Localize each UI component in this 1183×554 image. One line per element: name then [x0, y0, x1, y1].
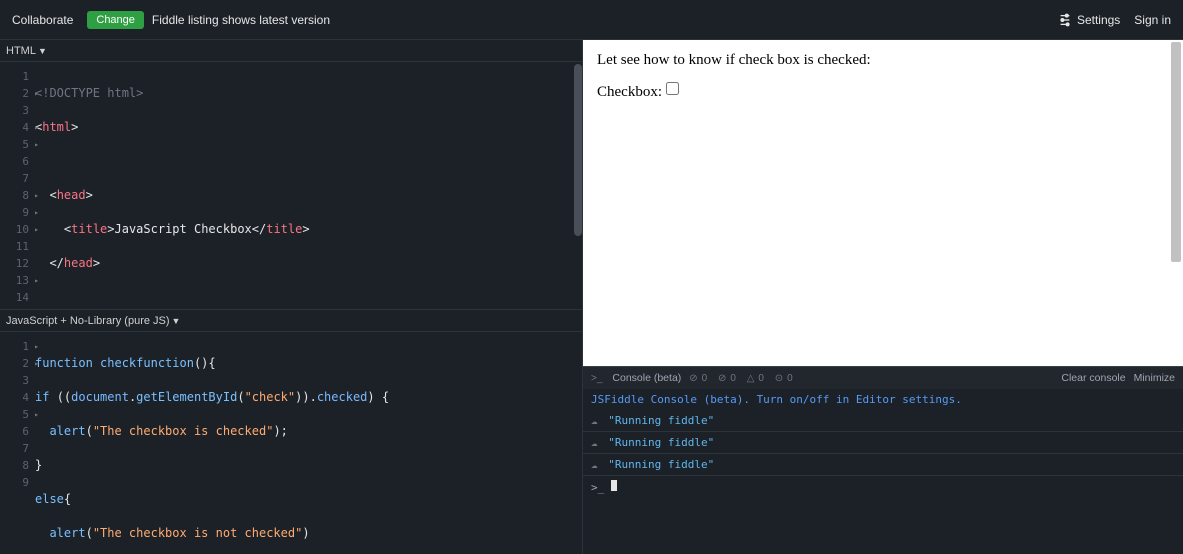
- html-pane-header[interactable]: HTML▼: [0, 40, 582, 62]
- js-pane-label: JavaScript + No-Library (pure JS): [6, 315, 170, 327]
- chevron-down-icon: ▼: [38, 46, 47, 56]
- js-gutter: 1 2 3 4 5 6 7 8 9: [0, 332, 35, 554]
- js-editor[interactable]: 1 2 3 4 5 6 7 8 9 function checkfunction…: [0, 332, 582, 554]
- preview-pane: Let see how to know if check box is chec…: [583, 40, 1183, 366]
- console-log-row: ☁ "Running fiddle": [583, 432, 1183, 454]
- sliders-icon: [1058, 13, 1072, 27]
- settings-button[interactable]: Settings: [1058, 13, 1120, 27]
- preview-checkbox[interactable]: [666, 82, 679, 95]
- html-code[interactable]: <!DOCTYPE html> <html> <head> <title>Jav…: [35, 62, 582, 309]
- clear-console-button[interactable]: Clear console: [1061, 372, 1125, 384]
- preview-checkbox-label: Checkbox:: [597, 84, 666, 100]
- change-button[interactable]: Change: [87, 11, 144, 29]
- cloud-icon: ☁: [591, 436, 598, 449]
- topbar: Collaborate Change Fiddle listing shows …: [0, 0, 1183, 40]
- html-gutter: 1 2 3 4 5 6 7 8 9 10 11 12 13 14 15 16: [0, 62, 35, 309]
- console-info: JSFiddle Console (beta). Turn on/off in …: [583, 389, 1183, 410]
- chevron-icon: >_: [591, 373, 602, 384]
- minimize-console-button[interactable]: Minimize: [1134, 372, 1175, 384]
- html-scrollbar[interactable]: [570, 62, 582, 309]
- html-editor[interactable]: 1 2 3 4 5 6 7 8 9 10 11 12 13 14 15 16: [0, 62, 582, 310]
- console-input[interactable]: >_: [583, 476, 1183, 498]
- version-notice: Fiddle listing shows latest version: [152, 13, 330, 27]
- console-title: Console (beta): [612, 372, 681, 384]
- console-body: JSFiddle Console (beta). Turn on/off in …: [583, 389, 1183, 554]
- console-log-row: ☁ "Running fiddle": [583, 454, 1183, 476]
- js-code[interactable]: function checkfunction(){ if ((document.…: [35, 332, 582, 554]
- html-pane-label: HTML: [6, 45, 36, 57]
- js-pane-header[interactable]: JavaScript + No-Library (pure JS)▼: [0, 310, 582, 332]
- console-header: >_ Console (beta) ⊘0 ⊘0 △0 ⊙0 Clear cons…: [583, 367, 1183, 389]
- cursor-icon: [611, 480, 617, 491]
- console-panel: >_ Console (beta) ⊘0 ⊘0 △0 ⊙0 Clear cons…: [583, 366, 1183, 554]
- preview-scrollbar[interactable]: [1169, 40, 1183, 366]
- cloud-icon: ☁: [591, 414, 598, 427]
- preview-text: Let see how to know if check box is chec…: [597, 52, 1169, 69]
- signin-button[interactable]: Sign in: [1134, 13, 1171, 27]
- settings-label: Settings: [1077, 13, 1120, 27]
- scroll-thumb[interactable]: [574, 64, 582, 236]
- console-log-row: ☁ "Running fiddle": [583, 410, 1183, 432]
- collaborate-button[interactable]: Collaborate: [12, 13, 73, 27]
- scroll-thumb[interactable]: [1171, 42, 1181, 262]
- cloud-icon: ☁: [591, 458, 598, 471]
- console-status-icons: ⊘0 ⊘0 △0 ⊙0: [689, 373, 796, 384]
- chevron-down-icon: ▼: [172, 316, 181, 326]
